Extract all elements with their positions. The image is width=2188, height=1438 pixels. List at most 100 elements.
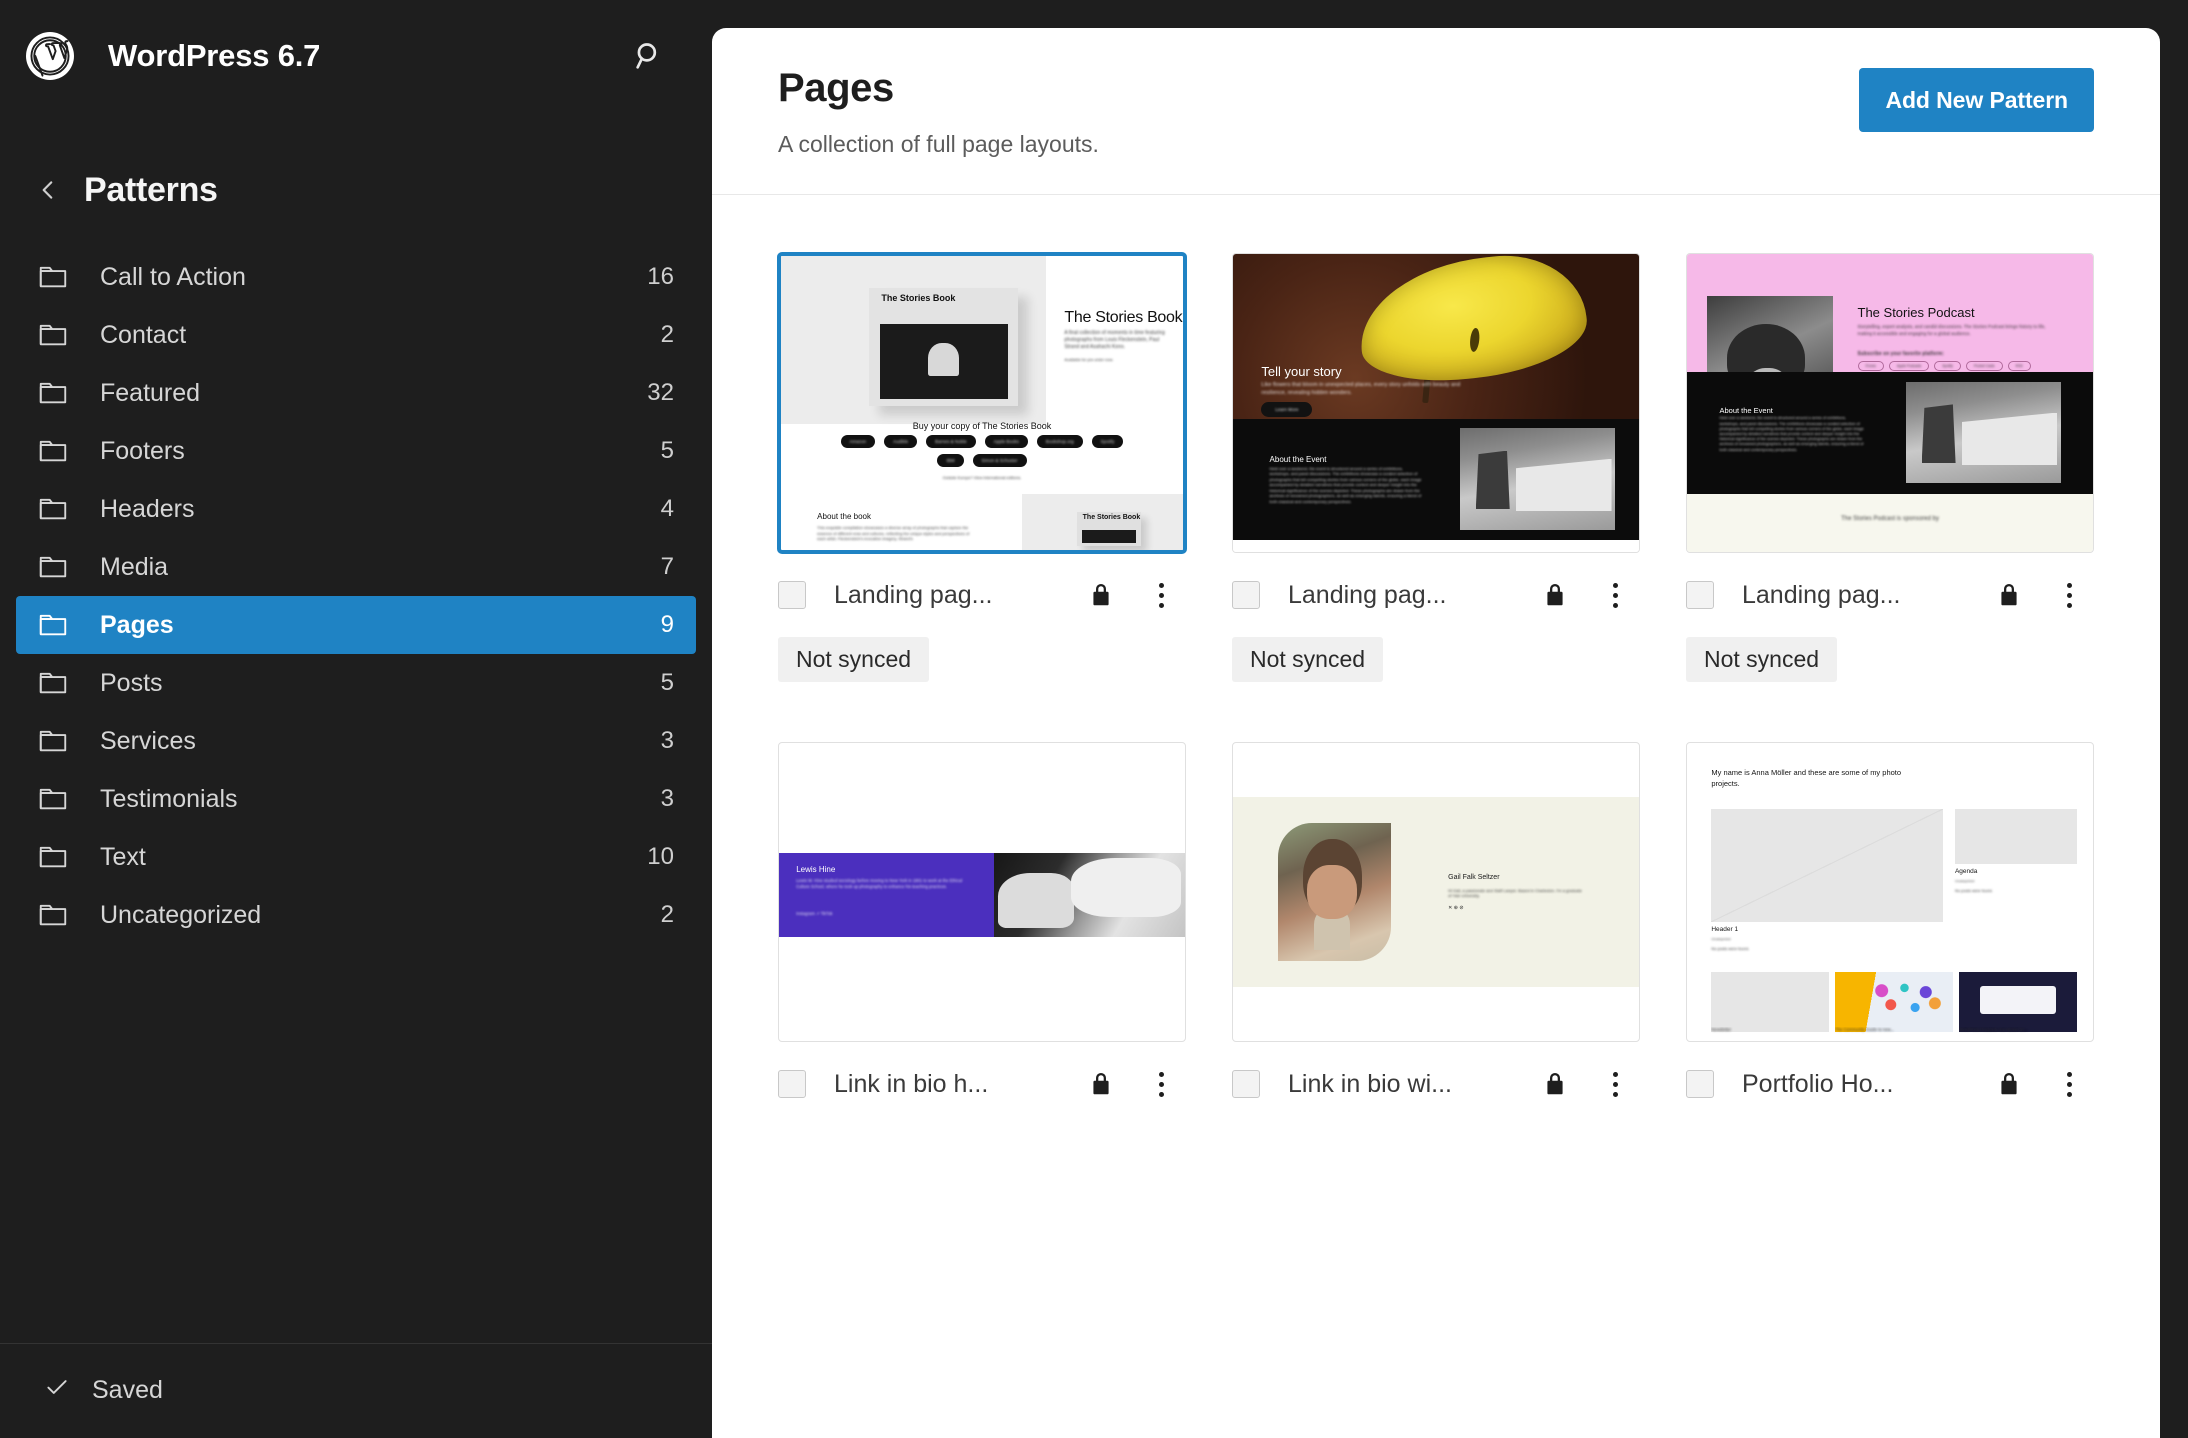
pattern-preview-thumbnail[interactable]: The Stories Podcast Storytelling, expert… [1686, 253, 2094, 553]
preview-platform: Spotify [1934, 361, 1961, 371]
sidebar-item-uncategorized[interactable]: Uncategorized2 [16, 886, 696, 944]
sidebar-category-list: Call to Action16Contact2Featured32Footer… [0, 248, 712, 944]
sidebar-item-label: Text [100, 843, 146, 872]
pattern-card[interactable]: The Stories Book The Stories Book A fina… [778, 253, 1186, 682]
lock-icon[interactable] [1542, 581, 1568, 609]
sidebar-item-count: 5 [661, 669, 674, 697]
sidebar-item-count: 7 [661, 553, 674, 581]
sidebar-item-featured[interactable]: Featured32 [16, 364, 696, 422]
pattern-preview-thumbnail[interactable]: Gail Falk Seltzer Hi Gail, a passionate … [1232, 742, 1640, 1042]
sidebar-item-label: Services [100, 727, 196, 756]
pattern-card-row: Link in bio wi... [1232, 1064, 1640, 1104]
preview-tile-image [1835, 972, 1953, 1032]
checkbox-icon[interactable] [778, 581, 806, 609]
kebab-menu-icon[interactable] [1144, 583, 1178, 608]
preview-availability: Available for pre-order now. [1064, 357, 1144, 362]
preview-paragraph: Hi Gail, a passionate and Staff Lawyer. … [1448, 888, 1582, 899]
preview-about-paragraph: Held over a weekend, the event is struct… [1719, 416, 1865, 452]
sidebar-item-count: 2 [661, 901, 674, 929]
preview-buy-button: Apple Books [985, 435, 1028, 448]
preview-buy-buttons: Amazon Audible Barnes & Noble Apple Book… [837, 435, 1126, 467]
sidebar-item-posts[interactable]: Posts5 [16, 654, 696, 712]
pattern-grid: The Stories Book The Stories Book A fina… [712, 195, 2160, 1104]
preview-image [1711, 809, 1942, 922]
sidebar-item-text[interactable]: Text 10 [16, 828, 696, 886]
main-panel: Pages A collection of full page layouts.… [712, 28, 2160, 1438]
preview-image [1955, 809, 2077, 864]
sidebar-header: WordPress 6.7 [0, 0, 712, 112]
checkbox-icon[interactable] [778, 1070, 806, 1098]
lock-icon[interactable] [1996, 581, 2022, 609]
pattern-preview-thumbnail[interactable]: Lewis Hine Lewis W. Hine studied sociolo… [778, 742, 1186, 1042]
preview-buy-button: Simon & Schuster [973, 454, 1027, 467]
sidebar-item-call-to-action[interactable]: Call to Action16 [16, 248, 696, 306]
save-status-label: Saved [92, 1376, 163, 1405]
folder-icon [38, 668, 74, 698]
checkbox-icon[interactable] [1686, 1070, 1714, 1098]
chevron-left-icon[interactable] [26, 168, 70, 212]
pattern-card-row: Landing pag... [1686, 575, 2094, 615]
wordpress-logo-icon[interactable] [26, 32, 74, 80]
search-icon[interactable] [624, 31, 674, 81]
checkbox-icon[interactable] [1232, 1070, 1260, 1098]
folder-icon [38, 900, 74, 930]
lock-icon[interactable] [1088, 581, 1114, 609]
lock-icon[interactable] [1542, 1070, 1568, 1098]
check-icon [44, 1374, 70, 1407]
pattern-title: Link in bio h... [834, 1070, 988, 1099]
preview-portrait-image [1278, 823, 1392, 960]
preview-image [994, 853, 1185, 936]
kebab-menu-icon[interactable] [1144, 1072, 1178, 1097]
checkbox-icon[interactable] [1686, 581, 1714, 609]
preview-heading: Tell your story [1261, 364, 1341, 379]
kebab-menu-icon[interactable] [1598, 583, 1632, 608]
sidebar-item-footers[interactable]: Footers5 [16, 422, 696, 480]
preview-tile-image [1711, 972, 1829, 1032]
sidebar-item-contact[interactable]: Contact2 [16, 306, 696, 364]
kebab-menu-icon[interactable] [2052, 1072, 2086, 1097]
sidebar-item-label: Testimonials [100, 785, 238, 814]
sidebar-item-headers[interactable]: Headers4 [16, 480, 696, 538]
sidebar-item-count: 10 [647, 843, 674, 871]
sidebar-item-count: 5 [661, 437, 674, 465]
add-new-pattern-button[interactable]: Add New Pattern [1859, 68, 2094, 132]
lock-icon[interactable] [1996, 1070, 2022, 1098]
sidebar-item-count: 32 [647, 379, 674, 407]
folder-icon [38, 436, 74, 466]
preview-buy-button: Audible [884, 435, 917, 448]
lock-icon[interactable] [1088, 1070, 1114, 1098]
preview-section-title: Agenda [1955, 868, 1977, 875]
preview-buy-button: IBM [937, 454, 963, 467]
checkbox-icon[interactable] [1232, 581, 1260, 609]
pattern-card[interactable]: The Stories Podcast Storytelling, expert… [1686, 253, 2094, 682]
pattern-preview-thumbnail[interactable]: My name is Anna Möller and these are som… [1686, 742, 2094, 1042]
sidebar-footer[interactable]: Saved [0, 1343, 712, 1438]
pattern-card[interactable]: Gail Falk Seltzer Hi Gail, a passionate … [1232, 742, 1640, 1104]
preview-book-title: The Stories Book [881, 294, 955, 302]
sidebar-item-media[interactable]: Media7 [16, 538, 696, 596]
kebab-menu-icon[interactable] [2052, 583, 2086, 608]
pattern-card[interactable]: Tell your story Like flowers that bloom … [1232, 253, 1640, 682]
sidebar: WordPress 6.7 Patterns Call to Action16C… [0, 0, 712, 1438]
sidebar-item-services[interactable]: Services3 [16, 712, 696, 770]
preview-heading: Gail Falk Seltzer [1448, 874, 1499, 881]
preview-section-empty: No posts were found. [1955, 888, 1993, 893]
preview-about-heading: About the Event [1719, 406, 1772, 415]
pattern-title: Portfolio Ho... [1742, 1070, 1893, 1099]
folder-icon [38, 378, 74, 408]
kebab-menu-icon[interactable] [1598, 1072, 1632, 1097]
pattern-card[interactable]: My name is Anna Möller and these are som… [1686, 742, 2094, 1104]
preview-tile-caption: The Community Guide to new... [1835, 1027, 1953, 1042]
preview-paragraph: A final collection of moments in time fe… [1064, 330, 1173, 351]
sidebar-item-count: 9 [661, 611, 674, 639]
pattern-card-row: Link in bio h... [778, 1064, 1186, 1104]
preview-heading: The Stories Book [1064, 309, 1182, 327]
sidebar-item-testimonials[interactable]: Testimonials3 [16, 770, 696, 828]
pattern-preview-thumbnail[interactable]: The Stories Book The Stories Book A fina… [778, 253, 1186, 553]
sidebar-item-count: 4 [661, 495, 674, 523]
pattern-card[interactable]: Lewis Hine Lewis W. Hine studied sociolo… [778, 742, 1186, 1104]
pattern-card-row: Landing pag... [1232, 575, 1640, 615]
preview-platform: RSS [2008, 361, 2031, 371]
pattern-preview-thumbnail[interactable]: Tell your story Like flowers that bloom … [1232, 253, 1640, 553]
sidebar-item-pages[interactable]: Pages9 [16, 596, 696, 654]
